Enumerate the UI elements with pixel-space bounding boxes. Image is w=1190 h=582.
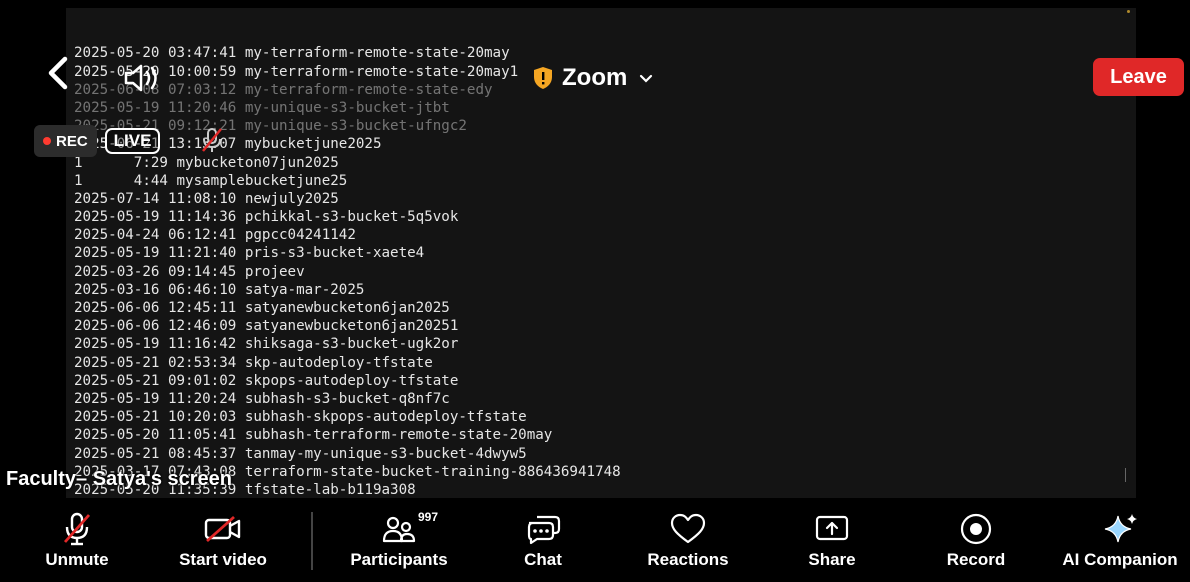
share-button[interactable]: Share	[797, 500, 867, 582]
terminal-line: 2025-06-21 13:13:07 mybucketjune2025	[74, 136, 382, 153]
share-label: Share	[808, 550, 856, 569]
terminal-line: 2025-06-06 12:45:11 satyanewbucketon6jan…	[74, 300, 450, 317]
mic-off-icon	[202, 128, 222, 152]
terminal-line: 2025-05-19 11:20:46 my-unique-s3-bucket-…	[74, 99, 450, 116]
record-dot-icon	[43, 137, 51, 145]
meeting-header: Zoom Leave	[0, 56, 1190, 100]
terminal-scrollbar[interactable]	[1125, 468, 1126, 482]
speaker-icon	[124, 64, 157, 92]
chat-label: Chat	[524, 550, 562, 569]
record-button[interactable]: Record	[938, 500, 1014, 582]
terminal-line: 2025-03-26 09:14:45 projeev	[74, 263, 305, 280]
record-label: Record	[946, 550, 1006, 569]
terminal-line: 2025-05-19 11:21:40 pris-s3-bucket-xaete…	[74, 245, 425, 262]
terminal-line: 2025-05-19 11:14:36 pchikkal-s3-bucket-5…	[74, 209, 459, 226]
participants-icon	[382, 516, 416, 543]
start-video-label: Start video	[179, 550, 267, 569]
terminal-line: 2025-05-21 09:01:02 skpops-autodeploy-tf…	[74, 372, 459, 389]
chat-button[interactable]: Chat	[508, 500, 578, 582]
participants-label: Participants	[350, 550, 448, 569]
share-screen-icon	[815, 515, 849, 541]
terminal-line: 2025-05-21 09:12:21 my-unique-s3-bucket-…	[74, 118, 467, 135]
terminal-line: 1 7:29 mybucketon07jun2025	[74, 154, 339, 171]
terminal-line: 2025-05-20 11:05:41 subhash-terraform-re…	[74, 427, 553, 444]
terminal-line: 2025-03-16 06:46:10 satya-mar-2025	[74, 281, 365, 298]
participants-button[interactable]: 997 Participants	[340, 500, 458, 582]
terminal-line: 2025-07-14 11:08:10 newjuly2025	[74, 190, 339, 207]
leave-button[interactable]: Leave	[1093, 58, 1184, 96]
ai-companion-button[interactable]: AI Companion	[1056, 500, 1184, 582]
back-button[interactable]	[46, 56, 76, 100]
terminal-line: 2025-05-21 02:53:34 skp-autodeploy-tfsta…	[74, 354, 433, 371]
terminal-line: 2025-05-21 10:20:03 subhash-skpops-autod…	[74, 409, 527, 426]
share-owner-label: Faculty– Satya's screen	[6, 468, 232, 490]
participant-count: 997	[418, 510, 439, 524]
terminal-indicator	[1127, 10, 1130, 13]
video-off-icon	[204, 515, 241, 543]
terminal-line: 2025-05-21 08:45:37 tanmay-my-unique-s3-…	[74, 445, 527, 462]
presenter-mic-muted	[200, 127, 224, 153]
meeting-title-text: Zoom	[562, 64, 628, 91]
meeting-status: REC LIVE	[34, 124, 161, 158]
sparkle-icon	[1104, 514, 1137, 543]
reactions-label: Reactions	[647, 550, 729, 569]
terminal-line: 1 4:44 mysamplebucketjune25	[74, 172, 348, 189]
meeting-toolbar: Unmute Start video 997 Participants Chat…	[0, 500, 1190, 582]
rec-label: REC	[56, 132, 88, 150]
meeting-title[interactable]: Zoom	[532, 62, 653, 94]
terminal-output: 2025-05-20 03:47:41 my-terraform-remote-…	[74, 44, 1136, 498]
live-badge[interactable]: LIVE	[104, 128, 161, 154]
terminal-line: 2025-03-17 07:43:08 terraform-state-buck…	[74, 463, 621, 480]
shield-icon	[534, 67, 552, 89]
terminal-line: 2025-06-06 12:46:09 satyanewbucketon6jan…	[74, 318, 459, 335]
unmute-label: Unmute	[45, 550, 109, 569]
heart-icon	[670, 513, 706, 544]
chat-icon	[527, 515, 561, 545]
terminal-line: 2025-05-20 11:35:39 tfstate-lab-b119a308	[74, 481, 416, 498]
reactions-button[interactable]: Reactions	[638, 500, 738, 582]
ai-companion-label: AI Companion	[1062, 550, 1178, 569]
chevron-left-icon	[48, 56, 68, 90]
terminal-line: 2025-05-19 11:20:24 subhash-s3-bucket-q8…	[74, 390, 450, 407]
recording-indicator[interactable]: REC	[34, 125, 97, 157]
toolbar-divider	[311, 512, 313, 570]
unmute-button[interactable]: Unmute	[32, 500, 122, 582]
record-icon	[960, 513, 992, 545]
chevron-down-icon	[639, 68, 653, 89]
terminal-line: 2025-05-19 11:16:42 shiksaga-s3-bucket-u…	[74, 336, 459, 353]
speaker-button[interactable]	[118, 62, 166, 94]
mic-off-icon	[63, 512, 91, 546]
start-video-button[interactable]: Start video	[168, 500, 278, 582]
terminal-line: 2025-04-24 06:12:41 pgpcc04241142	[74, 227, 356, 244]
